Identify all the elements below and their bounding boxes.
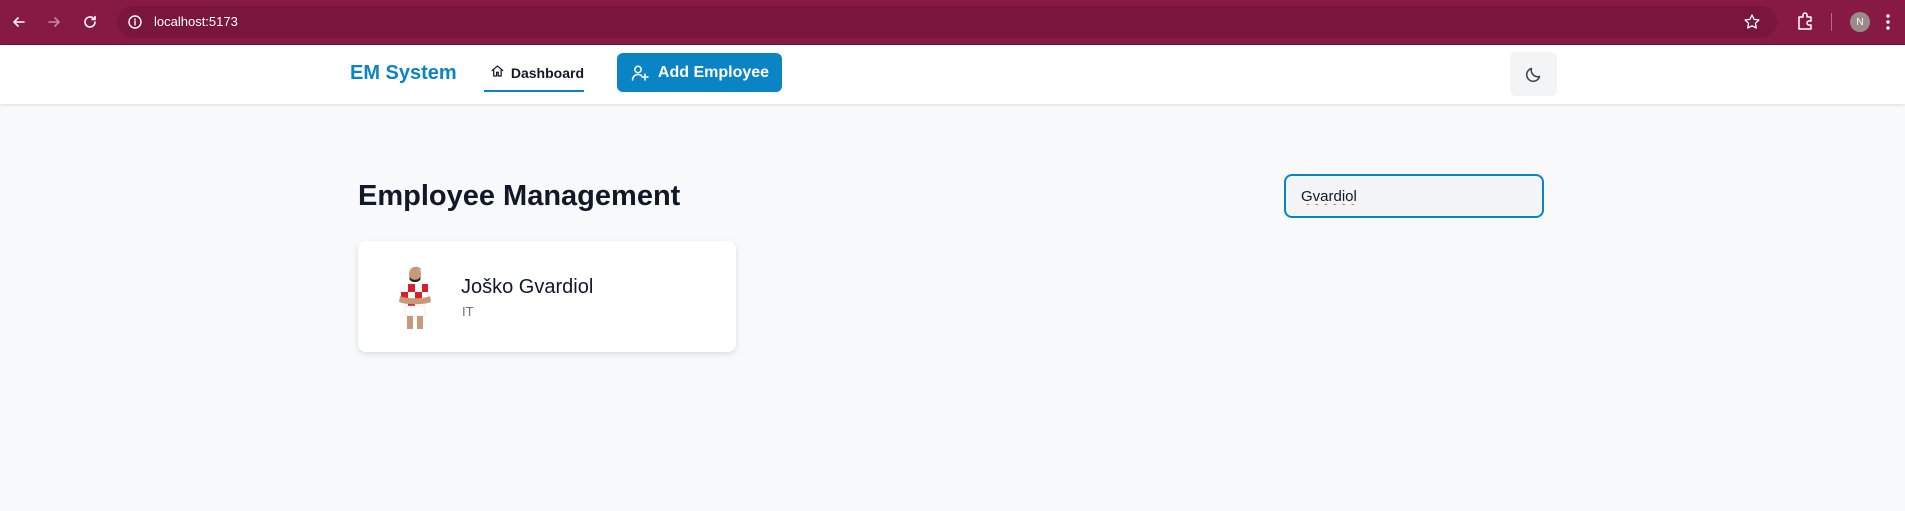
profile-avatar[interactable]: N xyxy=(1850,12,1870,32)
kebab-menu-icon[interactable] xyxy=(1884,12,1892,32)
user-plus-icon xyxy=(631,65,649,81)
employee-photo xyxy=(399,267,431,329)
nav-dashboard[interactable]: Dashboard xyxy=(484,62,584,92)
nav-dashboard-label: Dashboard xyxy=(510,65,584,81)
arrow-right-icon xyxy=(48,17,60,27)
forward-button[interactable] xyxy=(43,11,65,33)
app-header: EM System Dashboard Add Employee xyxy=(0,45,1905,104)
reload-icon xyxy=(84,15,96,28)
reload-button[interactable] xyxy=(79,11,101,33)
employee-card[interactable]: Joško Gvardiol IT xyxy=(358,241,736,352)
arrow-left-icon xyxy=(13,17,25,27)
brand-logo[interactable]: EM System xyxy=(350,62,457,85)
info-icon[interactable] xyxy=(127,14,143,30)
address-bar[interactable]: localhost:5173 xyxy=(117,6,1777,38)
employee-name: Joško Gvardiol xyxy=(461,276,594,298)
employee-department: IT xyxy=(462,304,474,319)
url-text[interactable]: localhost:5173 xyxy=(154,14,238,29)
back-button[interactable] xyxy=(8,11,30,33)
search-input[interactable] xyxy=(1284,174,1544,218)
browser-toolbar: localhost:5173 N xyxy=(0,0,1905,45)
moon-icon xyxy=(1525,67,1540,83)
add-employee-button[interactable]: Add Employee xyxy=(617,53,782,92)
add-employee-label: Add Employee xyxy=(657,63,770,81)
extensions-icon[interactable] xyxy=(1795,11,1815,31)
theme-toggle-button[interactable] xyxy=(1510,52,1557,96)
home-icon xyxy=(491,65,504,77)
page-title: Employee Management xyxy=(358,180,681,212)
toolbar-divider xyxy=(1831,13,1832,31)
bookmark-star-icon[interactable] xyxy=(1743,13,1761,31)
